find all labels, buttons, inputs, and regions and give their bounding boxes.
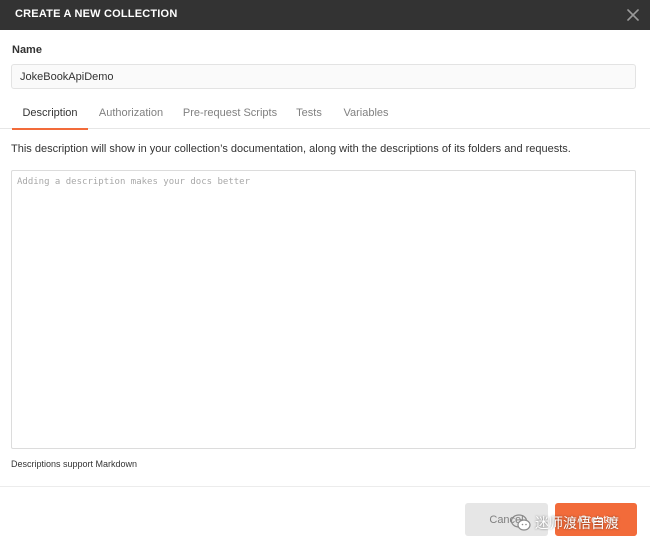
dialog-header: CREATE A NEW COLLECTION	[0, 0, 650, 30]
cancel-button[interactable]: Cancel	[465, 503, 548, 536]
tab-variables[interactable]: Variables	[338, 100, 394, 129]
name-label: Name	[12, 44, 42, 56]
description-textarea[interactable]	[11, 170, 636, 449]
tab-authorization[interactable]: Authorization	[94, 100, 168, 129]
markdown-support-note: Descriptions support Markdown	[11, 459, 138, 469]
tab-pre-request-scripts[interactable]: Pre-request Scripts	[180, 100, 280, 129]
collection-name-input[interactable]	[11, 64, 636, 89]
close-button[interactable]	[622, 4, 644, 26]
tab-description[interactable]: Description	[12, 100, 88, 130]
close-icon	[627, 9, 639, 21]
tab-bar: Description Authorization Pre-request Sc…	[0, 100, 650, 130]
dialog-title: CREATE A NEW COLLECTION	[15, 8, 178, 20]
tab-tests[interactable]: Tests	[290, 100, 328, 129]
create-button[interactable]: Create	[555, 503, 637, 536]
create-collection-dialog: CREATE A NEW COLLECTION Name Description…	[0, 0, 650, 553]
description-info-text: This description will show in your colle…	[11, 143, 571, 155]
footer-divider	[0, 486, 650, 487]
